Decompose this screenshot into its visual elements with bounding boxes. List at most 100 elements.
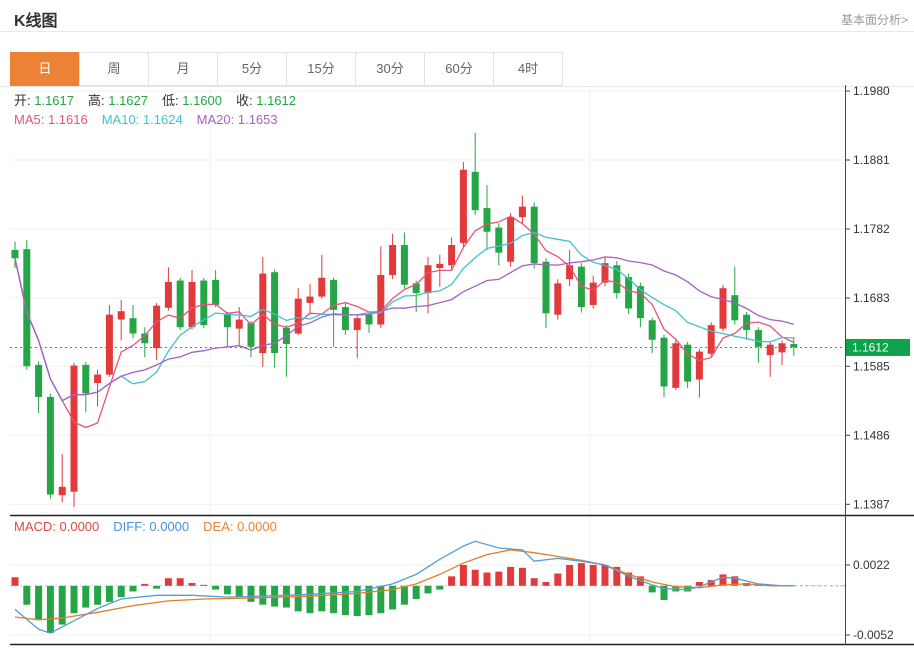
candle-body	[71, 366, 78, 492]
candle-body	[224, 315, 231, 328]
candle-body	[755, 330, 762, 347]
candle-body	[366, 315, 373, 325]
macd-bar	[401, 586, 408, 605]
readout-value: 1.1627	[105, 93, 148, 108]
tab-30分[interactable]: 30分	[355, 52, 425, 86]
titlebar: K线图 基本面分析>	[0, 0, 914, 32]
tab-15分[interactable]: 15分	[286, 52, 356, 86]
price-axis-label: 1.1980	[853, 84, 890, 98]
macd-bar	[118, 586, 125, 597]
tab-月[interactable]: 月	[148, 52, 218, 86]
tab-周[interactable]: 周	[79, 52, 149, 86]
macd-row-item: DEA: 0.0000	[203, 519, 277, 534]
macd-bar	[425, 586, 432, 594]
tab-4时[interactable]: 4时	[493, 52, 563, 86]
candle-body	[318, 278, 325, 297]
ma-row-item: MA20: 1.1653	[197, 112, 278, 127]
candle-body	[47, 397, 54, 495]
macd-bar	[153, 586, 160, 589]
macd-readout: MACD: 0.0000DIFF: 0.0000DEA: 0.0000	[14, 519, 291, 534]
ohlc-row-item: 低: 1.1600	[162, 93, 222, 108]
macd-bar	[200, 585, 207, 586]
candle-body	[35, 365, 42, 397]
candle-body	[590, 283, 597, 305]
macd-bar	[531, 578, 538, 586]
candle-body	[661, 338, 668, 387]
readout-value: 1.1616	[44, 112, 87, 127]
macd-bar	[165, 578, 172, 586]
readout-value: 1.1624	[139, 112, 182, 127]
macd-bar	[602, 565, 609, 586]
kline-app: 1.19801.18811.17821.16831.15851.14861.13…	[0, 0, 914, 650]
readout-value: 1.1617	[31, 93, 74, 108]
candle-body	[649, 320, 656, 340]
readout-value: 1.1600	[179, 93, 222, 108]
ohlc-readout: 开: 1.1617高: 1.1627低: 1.1600收: 1.1612	[14, 90, 310, 109]
candle-body	[672, 343, 679, 388]
macd-bar	[330, 586, 337, 613]
macd-bar	[318, 586, 325, 612]
tab-5分[interactable]: 5分	[217, 52, 287, 86]
macd-bar	[342, 586, 349, 615]
candle-body	[495, 228, 502, 253]
candle-body	[377, 275, 384, 324]
price-axis-label: 1.1683	[853, 291, 890, 305]
macd-bar	[484, 573, 491, 586]
macd-bar	[519, 568, 526, 586]
readout-label: 高:	[88, 93, 105, 108]
readout-label: MA10:	[102, 112, 140, 127]
ohlc-row-item: 收: 1.1612	[236, 93, 296, 108]
macd-bar	[71, 586, 78, 613]
price-axis-label: 1.1585	[853, 359, 890, 373]
period-tabs: 日周月5分15分30分60分4时	[10, 52, 563, 86]
tab-60分[interactable]: 60分	[424, 52, 494, 86]
fundamental-analysis-link[interactable]: 基本面分析>	[841, 11, 908, 28]
ohlc-row-item: 高: 1.1627	[88, 93, 148, 108]
macd-bar	[307, 586, 314, 613]
macd-bar	[720, 574, 727, 585]
candle-body	[354, 318, 361, 330]
macd-bar	[35, 586, 42, 620]
macd-bar	[248, 586, 255, 602]
candle-body	[59, 487, 66, 495]
candle-body	[507, 217, 514, 262]
candle-body	[177, 281, 184, 328]
macd-bar	[82, 586, 89, 608]
candle-body	[696, 352, 703, 380]
macd-bar	[212, 586, 219, 590]
candle-body	[82, 365, 89, 394]
candle-body	[767, 345, 774, 355]
candle-body	[731, 295, 738, 320]
candle-body	[12, 250, 19, 258]
candle-body	[543, 262, 550, 314]
macd-bar	[366, 586, 373, 615]
candle-body	[436, 264, 443, 268]
macd-bar	[189, 583, 196, 586]
candle-body	[248, 323, 255, 347]
candle-body	[401, 245, 408, 285]
candle-body	[212, 280, 219, 305]
ma-row-item: MA10: 1.1624	[102, 112, 183, 127]
macd-row-item: MACD: 0.0000	[14, 519, 99, 534]
candle-body	[484, 208, 491, 232]
macd-bar	[578, 563, 585, 586]
macd-bar	[47, 586, 54, 633]
candle-body	[448, 245, 455, 265]
macd-bar	[495, 572, 502, 586]
ma-row-item: MA5: 1.1616	[14, 112, 88, 127]
tab-日[interactable]: 日	[10, 52, 80, 86]
macd-bar	[543, 582, 550, 586]
candle-body	[130, 318, 137, 333]
macd-bar	[177, 578, 184, 586]
candle-body	[342, 307, 349, 330]
candle-body	[472, 172, 479, 210]
last-price-badge-text: 1.1612	[852, 340, 889, 354]
macd-bar	[413, 586, 420, 599]
macd-bar	[554, 574, 561, 586]
macd-bar	[141, 584, 148, 586]
price-axis-label: 1.1387	[853, 497, 890, 511]
candle-body	[153, 306, 160, 349]
candle-body	[554, 283, 561, 314]
macd-bar	[649, 586, 656, 593]
macd-bar	[94, 586, 101, 605]
